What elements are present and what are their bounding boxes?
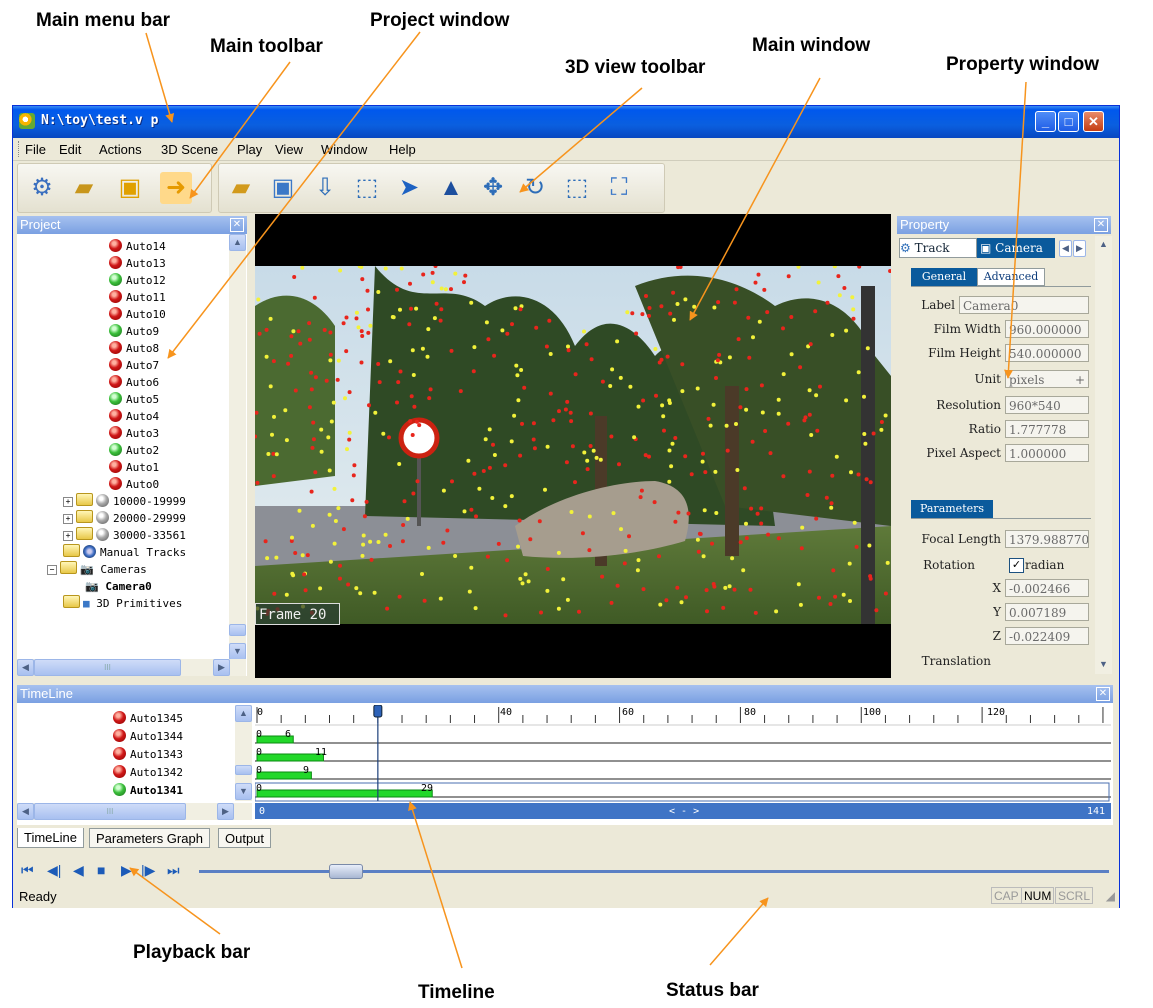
arrow-project-window [167, 31, 421, 359]
arrow-playback-bar [129, 867, 221, 935]
callout-arrows [129, 31, 1027, 969]
arrow-timeline [408, 801, 463, 969]
arrow-main-window [689, 77, 821, 321]
arrow-main-menu-bar [145, 32, 175, 123]
arrow-property-window [1003, 81, 1027, 379]
arrow-3d-view-toolbar [519, 87, 643, 193]
arrow-main-toolbar [189, 61, 291, 199]
arrow-status-bar [709, 897, 769, 966]
